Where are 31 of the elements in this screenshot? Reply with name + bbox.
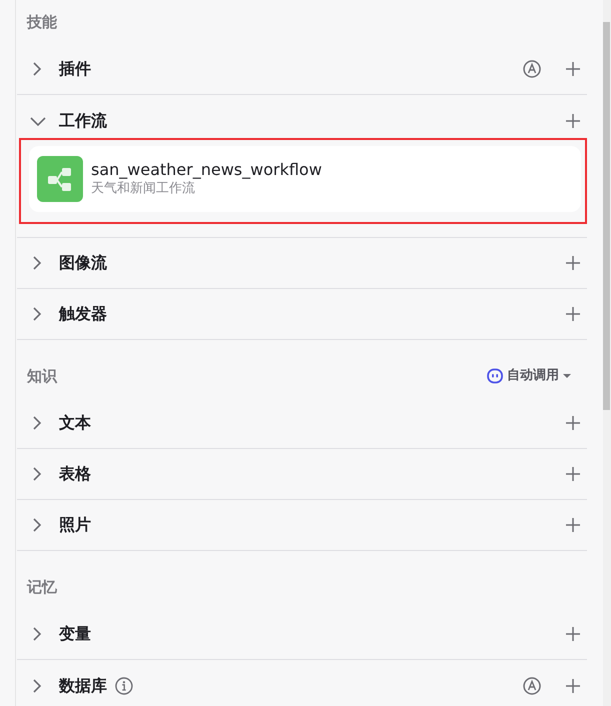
row-label: 插件 [59, 58, 91, 80]
add-icon[interactable] [565, 626, 581, 642]
add-icon[interactable] [565, 306, 581, 322]
workflow-description: 天气和新闻工作流 [91, 180, 196, 198]
add-icon[interactable] [565, 255, 581, 271]
auto-icon[interactable] [523, 60, 541, 78]
row-label: 工作流 [59, 110, 107, 132]
row-label: 触发器 [59, 303, 107, 325]
section-title: 技能 [27, 12, 57, 33]
workflow-card[interactable]: san_weather_news_workflow 天气和新闻工作流 [29, 146, 581, 212]
add-icon[interactable] [565, 678, 581, 694]
workflow-name: san_weather_news_workflow [91, 160, 322, 179]
section-title: 记忆 [27, 576, 57, 598]
add-icon[interactable] [565, 517, 581, 533]
scrollbar-thumb[interactable] [603, 22, 610, 410]
caret-icon [563, 373, 571, 379]
row-label: 文本 [59, 412, 91, 434]
auto-icon[interactable] [523, 676, 541, 694]
add-icon[interactable] [565, 466, 581, 482]
row-label: 变量 [59, 623, 91, 645]
add-icon[interactable] [565, 112, 581, 128]
section-title: 知识 [27, 366, 57, 387]
row-label: 照片 [59, 514, 91, 536]
mode-dropdown[interactable]: 自动调用 [487, 366, 571, 386]
row-label: 表格 [59, 463, 91, 485]
add-icon[interactable] [565, 415, 581, 431]
row-label: 图像流 [59, 252, 107, 274]
row-label: 数据库 [59, 674, 107, 696]
workflow-icon [37, 156, 83, 202]
robot-icon [487, 368, 503, 384]
add-icon[interactable] [565, 61, 581, 77]
